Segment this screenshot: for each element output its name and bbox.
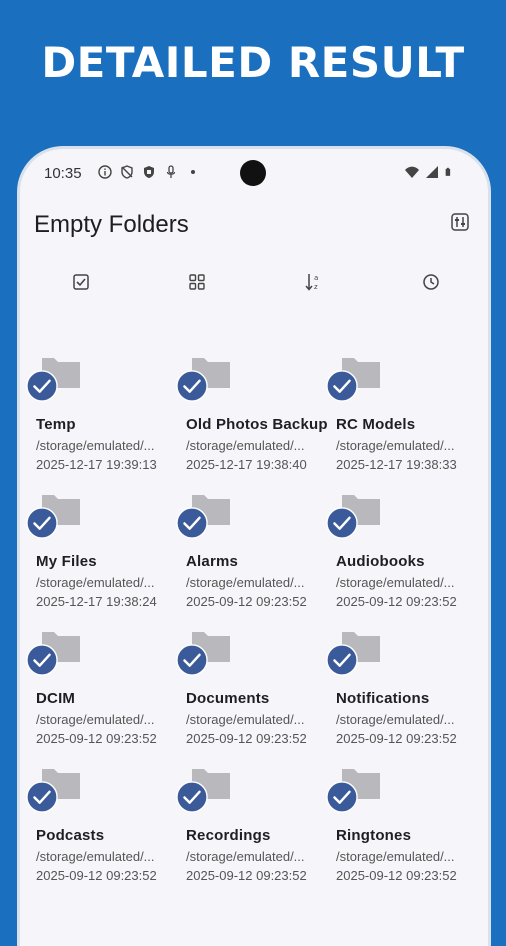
folder-path: /storage/emulated/... — [336, 849, 455, 864]
history-button[interactable] — [420, 271, 442, 293]
folder-path: /storage/emulated/... — [336, 712, 455, 727]
check-icon[interactable] — [26, 507, 58, 539]
wifi-icon — [405, 166, 419, 178]
folder-item[interactable]: Podcasts/storage/emulated/... 2025-09-12 … — [22, 765, 172, 885]
folder-path: /storage/emulated/... — [336, 438, 455, 453]
folder-path: /storage/emulated/... — [36, 712, 155, 727]
folder-item[interactable]: DCIM/storage/emulated/... 2025-09-12 09:2… — [22, 628, 172, 748]
history-icon — [423, 274, 439, 290]
camera-cutout — [240, 160, 266, 186]
folder-path: /storage/emulated/... — [36, 575, 155, 590]
check-icon[interactable] — [26, 370, 58, 402]
folder-name: Recordings — [186, 827, 271, 844]
check-icon[interactable] — [26, 644, 58, 676]
folder-name: Documents — [186, 690, 270, 707]
check-icon[interactable] — [176, 370, 208, 402]
check-icon[interactable] — [26, 781, 58, 813]
folder-item[interactable]: My Files/storage/emulated/... 2025-12-17 … — [22, 491, 172, 611]
grid-view-button[interactable] — [186, 271, 208, 293]
svg-text:z: z — [314, 283, 318, 291]
signal-icon — [426, 166, 438, 178]
battery-icon — [445, 167, 451, 176]
grid-view-icon — [189, 274, 205, 290]
folder-item[interactable]: Alarms/storage/emulated/... 2025-09-12 09… — [172, 491, 322, 611]
select-all-button[interactable] — [70, 271, 92, 293]
status-icons-right — [405, 165, 454, 179]
check-icon[interactable] — [326, 370, 358, 402]
status-bar: 10:35 — [20, 149, 488, 199]
toolbar: a z — [20, 271, 488, 295]
folder-item[interactable]: Recordings/storage/emulated/... 2025-09-1… — [172, 765, 322, 885]
folder-name: Audiobooks — [336, 553, 425, 570]
folder-date: 2025-12-17 19:38:40 — [186, 457, 307, 472]
folder-path: /storage/emulated/... — [186, 849, 305, 864]
folder-item[interactable]: Documents/storage/emulated/... 2025-09-12… — [172, 628, 322, 748]
folder-date: 2025-09-12 09:23:52 — [186, 594, 307, 609]
sort-icon: a z — [305, 274, 318, 291]
filter-settings-icon[interactable] — [450, 212, 470, 232]
folder-date: 2025-09-12 09:23:52 — [186, 868, 307, 883]
folder-item[interactable]: RC Models/storage/emulated/... 2025-12-17… — [322, 354, 472, 474]
check-icon[interactable] — [176, 644, 208, 676]
folder-date: 2025-09-12 09:23:52 — [336, 868, 457, 883]
folder-name: Notifications — [336, 690, 430, 707]
folder-path: /storage/emulated/... — [186, 712, 305, 727]
folder-name: Alarms — [186, 553, 239, 570]
folder-date: 2025-09-12 09:23:52 — [336, 594, 457, 609]
folder-date: 2025-09-12 09:23:52 — [336, 731, 457, 746]
folder-name: My Files — [36, 553, 97, 570]
folder-path: /storage/emulated/... — [36, 849, 155, 864]
check-icon[interactable] — [326, 781, 358, 813]
folder-name: DCIM — [36, 690, 76, 707]
select-all-icon — [73, 274, 89, 290]
folder-name: Ringtones — [336, 827, 412, 844]
status-icons-left — [98, 165, 200, 179]
folder-item[interactable]: Ringtones/storage/emulated/... 2025-09-12… — [322, 765, 472, 885]
folder-name: Podcasts — [36, 827, 105, 844]
folder-path: /storage/emulated/... — [336, 575, 455, 590]
folder-name: Old Photos Backup — [186, 416, 328, 433]
folder-path: /storage/emulated/... — [36, 438, 155, 453]
dot-icon — [191, 170, 195, 174]
mic-icon — [166, 165, 176, 178]
shield-icon — [144, 166, 154, 178]
shield-off-icon — [121, 165, 133, 179]
folder-date: 2025-09-12 09:23:52 — [186, 731, 307, 746]
folder-item[interactable]: Audiobooks/storage/emulated/... 2025-09-1… — [322, 491, 472, 611]
svg-text:a: a — [314, 274, 318, 282]
folder-date: 2025-12-17 19:39:13 — [36, 457, 157, 472]
sort-button[interactable]: a z — [302, 271, 324, 293]
folder-name: RC Models — [336, 416, 416, 433]
check-icon[interactable] — [176, 507, 208, 539]
check-icon[interactable] — [326, 507, 358, 539]
phone-screen: 10:35 Empty Folders a z Temp /storage/em… — [17, 146, 491, 946]
folder-date: 2025-09-12 09:23:52 — [36, 731, 157, 746]
folder-date: 2025-12-17 19:38:24 — [36, 594, 157, 609]
folder-date: 2025-09-12 09:23:52 — [36, 868, 157, 883]
folder-item[interactable]: Old Photos Backup/storage/emulated/... 20… — [172, 354, 328, 474]
info-icon — [98, 165, 112, 179]
page-title: Empty Folders — [34, 211, 189, 238]
folder-date: 2025-12-17 19:38:33 — [336, 457, 457, 472]
status-time: 10:35 — [44, 165, 82, 182]
banner-title: DETAILED RESULT — [41, 38, 465, 87]
folder-path: /storage/emulated/... — [186, 575, 305, 590]
check-icon[interactable] — [326, 644, 358, 676]
folder-name: Temp — [36, 416, 76, 433]
folder-item[interactable]: Notifications/storage/emulated/... 2025-0… — [322, 628, 472, 748]
folder-path: /storage/emulated/... — [186, 438, 305, 453]
folder-item[interactable]: Temp/storage/emulated/... 2025-12-17 19:3… — [22, 354, 172, 474]
check-icon[interactable] — [176, 781, 208, 813]
